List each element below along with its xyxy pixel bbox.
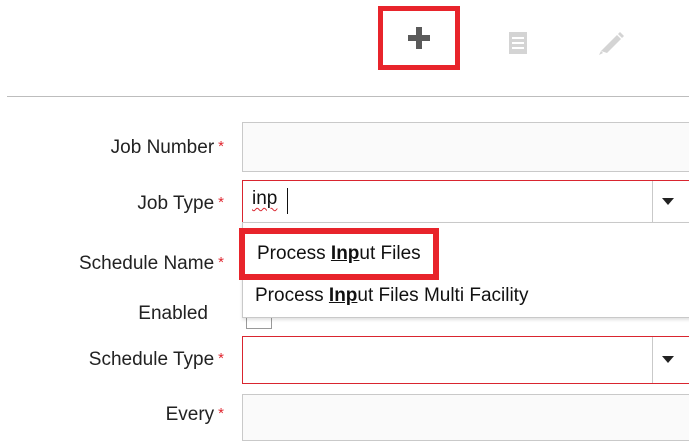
job-number-label: Job Number * [110, 137, 224, 158]
job-type-input-value[interactable]: inp [252, 188, 277, 210]
job-type-suggestion-list: Process Input Files Process Input Files … [239, 222, 689, 318]
required-marker: * [218, 405, 224, 422]
suggestion-process-input-files-multi-facility[interactable]: Process Input Files Multi Facility [255, 285, 528, 307]
enabled-label: Enabled [138, 303, 208, 324]
pencil-icon [599, 32, 624, 55]
toolbar-divider [7, 96, 689, 97]
every-label: Every * [165, 404, 224, 425]
job-type-combobox[interactable]: inp [242, 180, 689, 224]
schedule-type-select[interactable] [242, 336, 689, 384]
schedule-name-label: Schedule Name * [78, 253, 224, 274]
required-marker: * [218, 138, 224, 155]
list-icon [509, 32, 527, 54]
suggestion-process-input-files[interactable]: Process Input Files [239, 228, 439, 280]
text-caret [287, 188, 288, 214]
plus-icon [408, 27, 430, 49]
job-type-label: Job Type * [137, 193, 224, 214]
list-button[interactable] [500, 26, 536, 60]
schedule-type-label: Schedule Type * [88, 349, 224, 370]
required-marker: * [218, 194, 224, 211]
add-button[interactable] [378, 6, 460, 70]
job-number-input[interactable] [242, 122, 689, 172]
chevron-down-icon [662, 198, 674, 205]
every-input[interactable] [242, 394, 689, 441]
chevron-down-icon [662, 356, 674, 363]
schedule-type-dropdown-toggle[interactable] [652, 337, 683, 383]
edit-button[interactable] [590, 22, 630, 62]
required-marker: * [218, 350, 224, 367]
required-marker: * [218, 254, 224, 271]
job-type-dropdown-toggle[interactable] [652, 181, 683, 223]
